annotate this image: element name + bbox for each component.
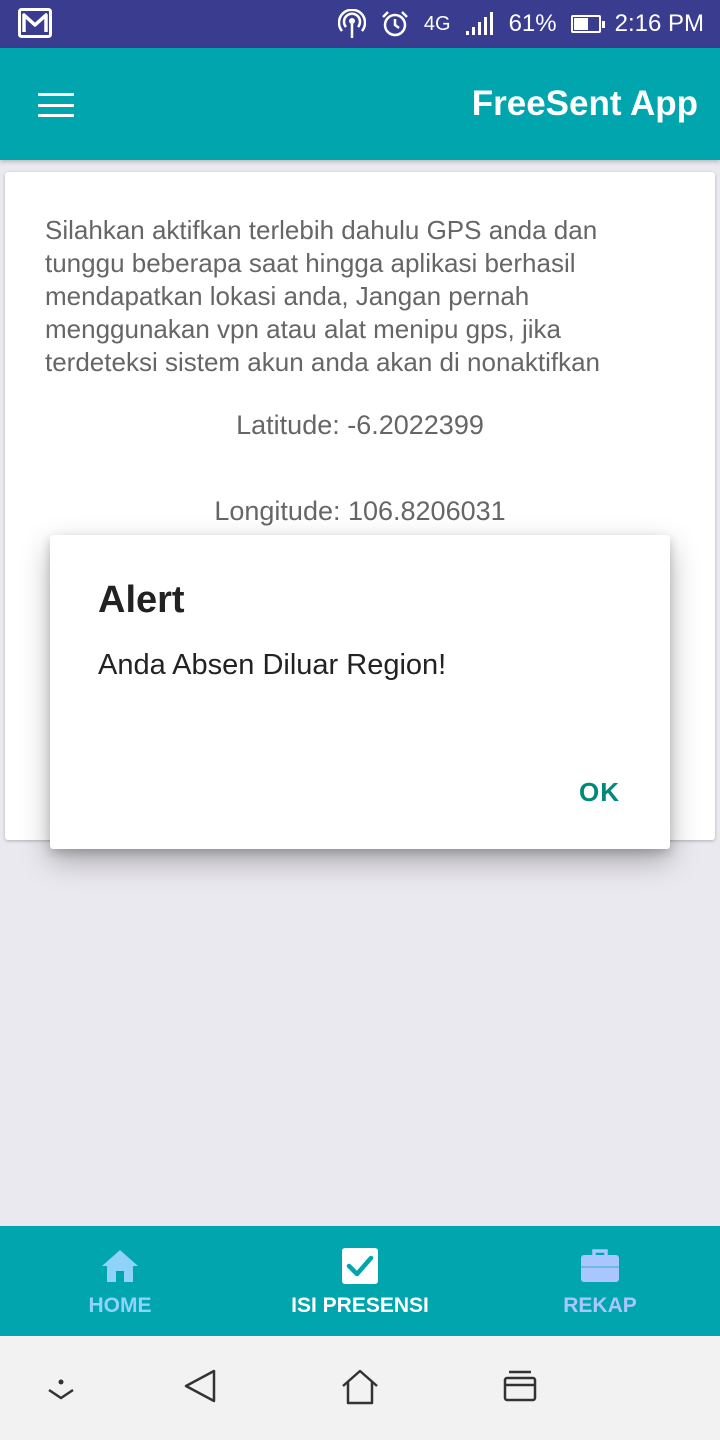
battery-icon xyxy=(570,15,605,33)
alarm-icon xyxy=(380,9,410,39)
recents-icon[interactable] xyxy=(502,1368,538,1409)
bottom-navigation: HOME ISI PRESENSI REKAP xyxy=(0,1226,720,1336)
nav-item-isi-presensi[interactable]: ISI PRESENSI xyxy=(240,1226,480,1336)
system-navigation-bar xyxy=(0,1336,720,1440)
gps-instructions: Silahkan aktifkan terlebih dahulu GPS an… xyxy=(45,215,601,377)
battery-percent: 61% xyxy=(508,10,557,37)
hotspot-icon xyxy=(337,9,366,39)
nav-label-rekap: REKAP xyxy=(563,1294,637,1317)
clock: 2:16 PM xyxy=(614,10,704,37)
home-nav-icon[interactable] xyxy=(340,1368,380,1411)
collapse-icon[interactable] xyxy=(46,1378,76,1407)
status-bar: 4G 61% 2:16 PM xyxy=(0,0,720,48)
longitude-text: Longitude: 106.8206031 xyxy=(214,496,506,526)
home-icon xyxy=(100,1246,140,1286)
nav-item-home[interactable]: HOME xyxy=(0,1226,240,1336)
hamburger-menu-icon[interactable] xyxy=(38,93,74,117)
alert-dialog: Alert Anda Absen Diluar Region! OK xyxy=(50,535,670,849)
back-icon[interactable] xyxy=(182,1368,218,1409)
dialog-message: Anda Absen Diluar Region! xyxy=(98,649,447,681)
signal-icon xyxy=(465,12,495,36)
ok-button[interactable]: OK xyxy=(579,777,620,808)
app-title: FreeSent App xyxy=(471,84,698,123)
nav-label-home: HOME xyxy=(88,1294,152,1317)
app-bar: FreeSent App xyxy=(0,48,720,160)
dialog-title: Alert xyxy=(98,579,185,621)
nav-label-isi-presensi: ISI PRESENSI xyxy=(291,1294,429,1317)
briefcase-icon xyxy=(580,1246,620,1286)
network-type: 4G xyxy=(423,12,451,35)
latitude-text: Latitude: -6.2022399 xyxy=(236,410,484,440)
gmail-icon xyxy=(18,8,52,43)
checkbox-icon xyxy=(341,1246,379,1286)
nav-item-rekap[interactable]: REKAP xyxy=(480,1226,720,1336)
